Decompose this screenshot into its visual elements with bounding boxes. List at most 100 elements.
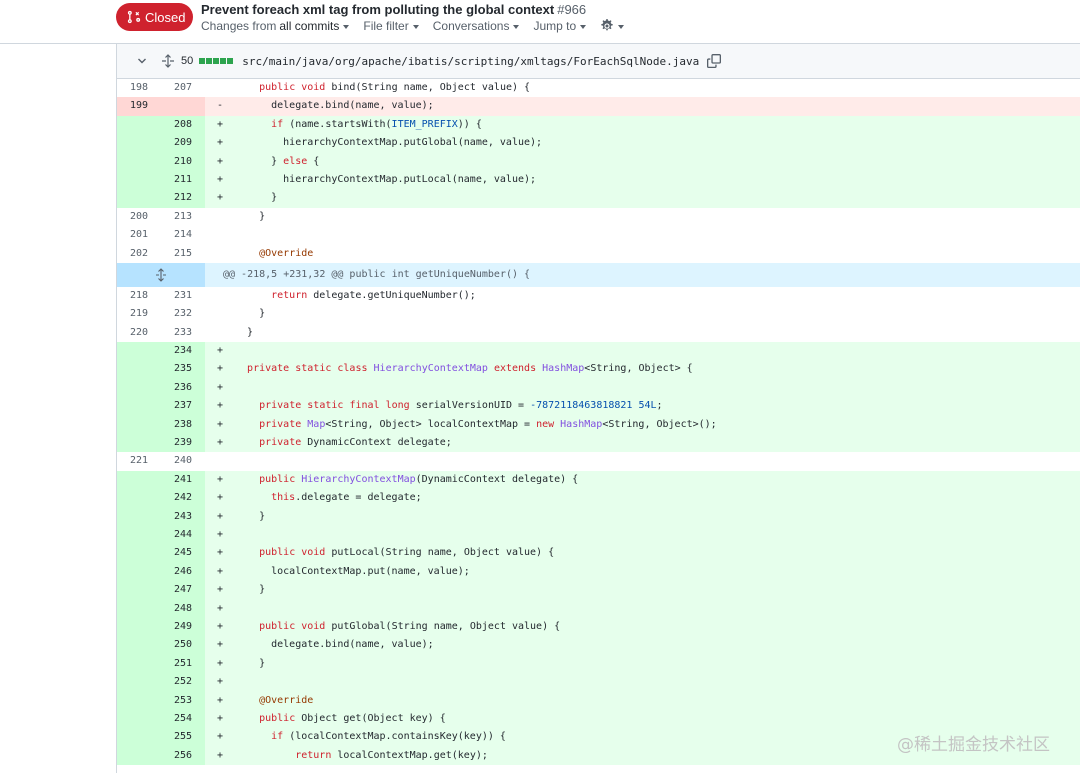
new-line-number[interactable]: 214 — [161, 226, 205, 244]
new-line-number[interactable]: 207 — [161, 79, 205, 97]
old-line-number[interactable] — [117, 728, 161, 747]
new-line-number[interactable]: 249 — [161, 617, 205, 637]
old-line-number[interactable] — [117, 507, 161, 526]
diff-line: 200 213 } — [117, 207, 1080, 227]
old-line-number[interactable] — [117, 691, 161, 710]
old-line-number[interactable] — [117, 170, 161, 190]
old-line-number[interactable] — [117, 654, 161, 674]
new-line-number[interactable]: 246 — [161, 562, 205, 582]
new-line-number[interactable]: 255 — [161, 728, 205, 747]
conversations-dropdown[interactable]: Conversations — [433, 19, 520, 33]
pr-title[interactable]: Prevent foreach xml tag from polluting t… — [201, 2, 586, 17]
code-text: @Override — [259, 694, 314, 706]
settings-dropdown[interactable] — [600, 19, 625, 33]
old-line-number[interactable] — [117, 489, 161, 508]
old-line-number[interactable]: 202 — [117, 245, 161, 263]
diff-line: 247 + } — [117, 581, 1080, 600]
new-line-number[interactable]: 213 — [161, 208, 205, 226]
old-line-number[interactable] — [117, 636, 161, 655]
old-line-number[interactable]: 200 — [117, 208, 161, 226]
old-line-number[interactable] — [117, 397, 161, 416]
old-line-number[interactable] — [117, 673, 161, 692]
old-line-number[interactable]: 201 — [117, 226, 161, 244]
old-line-number[interactable]: 220 — [117, 324, 161, 342]
new-line-number[interactable]: 209 — [161, 134, 205, 153]
code-text: public void putLocal(String name, Object… — [259, 547, 555, 559]
new-line-number[interactable]: 235 — [161, 360, 205, 379]
diff-marker: + — [216, 492, 224, 504]
diff-line: 251 + } — [117, 654, 1080, 674]
new-line-number[interactable]: 236 — [161, 378, 205, 398]
old-line-number[interactable] — [117, 746, 161, 766]
code-text: } — [235, 510, 266, 522]
new-line-number[interactable]: 231 — [161, 287, 205, 305]
new-line-number[interactable] — [161, 97, 205, 116]
diff-line: 220 233 } — [117, 323, 1080, 343]
new-line-number[interactable]: 254 — [161, 709, 205, 729]
new-line-number[interactable]: 240 — [161, 452, 205, 470]
old-line-number[interactable] — [117, 709, 161, 729]
old-line-number[interactable]: 198 — [117, 79, 161, 97]
old-line-number[interactable] — [117, 342, 161, 361]
new-line-number[interactable]: 252 — [161, 673, 205, 692]
new-line-number[interactable]: 215 — [161, 245, 205, 263]
old-line-number[interactable] — [117, 562, 161, 582]
new-line-number[interactable]: 211 — [161, 170, 205, 190]
expand-hunk-icon[interactable] — [117, 262, 205, 287]
new-line-number[interactable]: 234 — [161, 342, 205, 361]
new-line-number[interactable]: 244 — [161, 525, 205, 545]
old-line-number[interactable] — [117, 617, 161, 637]
changes-from-dropdown[interactable]: Changes from all commits — [201, 19, 350, 33]
diff-marker: + — [216, 584, 224, 596]
old-line-number[interactable] — [117, 599, 161, 618]
jump-to-dropdown[interactable]: Jump to — [533, 19, 587, 33]
new-line-number[interactable]: 233 — [161, 324, 205, 342]
new-line-number[interactable]: 250 — [161, 636, 205, 655]
pull-request-closed-icon — [127, 10, 141, 24]
new-line-number[interactable]: 247 — [161, 581, 205, 600]
file-path[interactable]: src/main/java/org/apache/ibatis/scriptin… — [242, 55, 699, 68]
diff-line: 244 + — [117, 525, 1080, 545]
old-line-number[interactable] — [117, 134, 161, 153]
old-line-number[interactable] — [117, 360, 161, 379]
new-line-number[interactable]: 237 — [161, 397, 205, 416]
new-line-number[interactable]: 238 — [161, 415, 205, 435]
old-line-number[interactable] — [117, 152, 161, 171]
old-line-number[interactable] — [117, 415, 161, 435]
state-label: Closed — [145, 9, 186, 25]
code-text: public void bind(String name, Object val… — [259, 82, 531, 93]
new-line-number[interactable]: 248 — [161, 599, 205, 618]
old-line-number[interactable]: 219 — [117, 305, 161, 323]
new-line-number[interactable]: 212 — [161, 189, 205, 208]
diff-marker — [205, 79, 235, 97]
new-line-number[interactable]: 239 — [161, 434, 205, 453]
new-line-number[interactable]: 208 — [161, 115, 205, 135]
new-line-number[interactable]: 242 — [161, 489, 205, 508]
new-line-number[interactable]: 245 — [161, 544, 205, 563]
copy-icon[interactable] — [707, 54, 722, 68]
new-line-number[interactable]: 232 — [161, 305, 205, 323]
old-line-number[interactable] — [117, 581, 161, 600]
old-line-number[interactable] — [117, 434, 161, 453]
old-line-number[interactable]: 221 — [117, 452, 161, 470]
old-line-number[interactable]: 199 — [117, 97, 161, 116]
old-line-number[interactable] — [117, 378, 161, 398]
old-line-number[interactable] — [117, 525, 161, 545]
diff-line: 201 214 — [117, 226, 1080, 245]
expand-all-icon[interactable] — [161, 54, 175, 68]
old-line-number[interactable] — [117, 115, 161, 135]
old-line-number[interactable]: 218 — [117, 287, 161, 305]
new-line-number[interactable]: 256 — [161, 746, 205, 766]
old-line-number[interactable] — [117, 189, 161, 208]
old-line-number[interactable] — [117, 544, 161, 563]
chevron-down-icon[interactable] — [137, 56, 147, 66]
hunk-header: @@ -218,5 +231,32 @@ public int getUniqu… — [223, 268, 531, 280]
new-line-number[interactable]: 241 — [161, 470, 205, 490]
file-filter-dropdown[interactable]: File filter — [363, 19, 419, 33]
new-line-number[interactable]: 251 — [161, 654, 205, 674]
new-line-number[interactable]: 253 — [161, 691, 205, 710]
new-line-number[interactable]: 210 — [161, 152, 205, 171]
new-line-number[interactable]: 243 — [161, 507, 205, 526]
old-line-number[interactable] — [117, 470, 161, 490]
